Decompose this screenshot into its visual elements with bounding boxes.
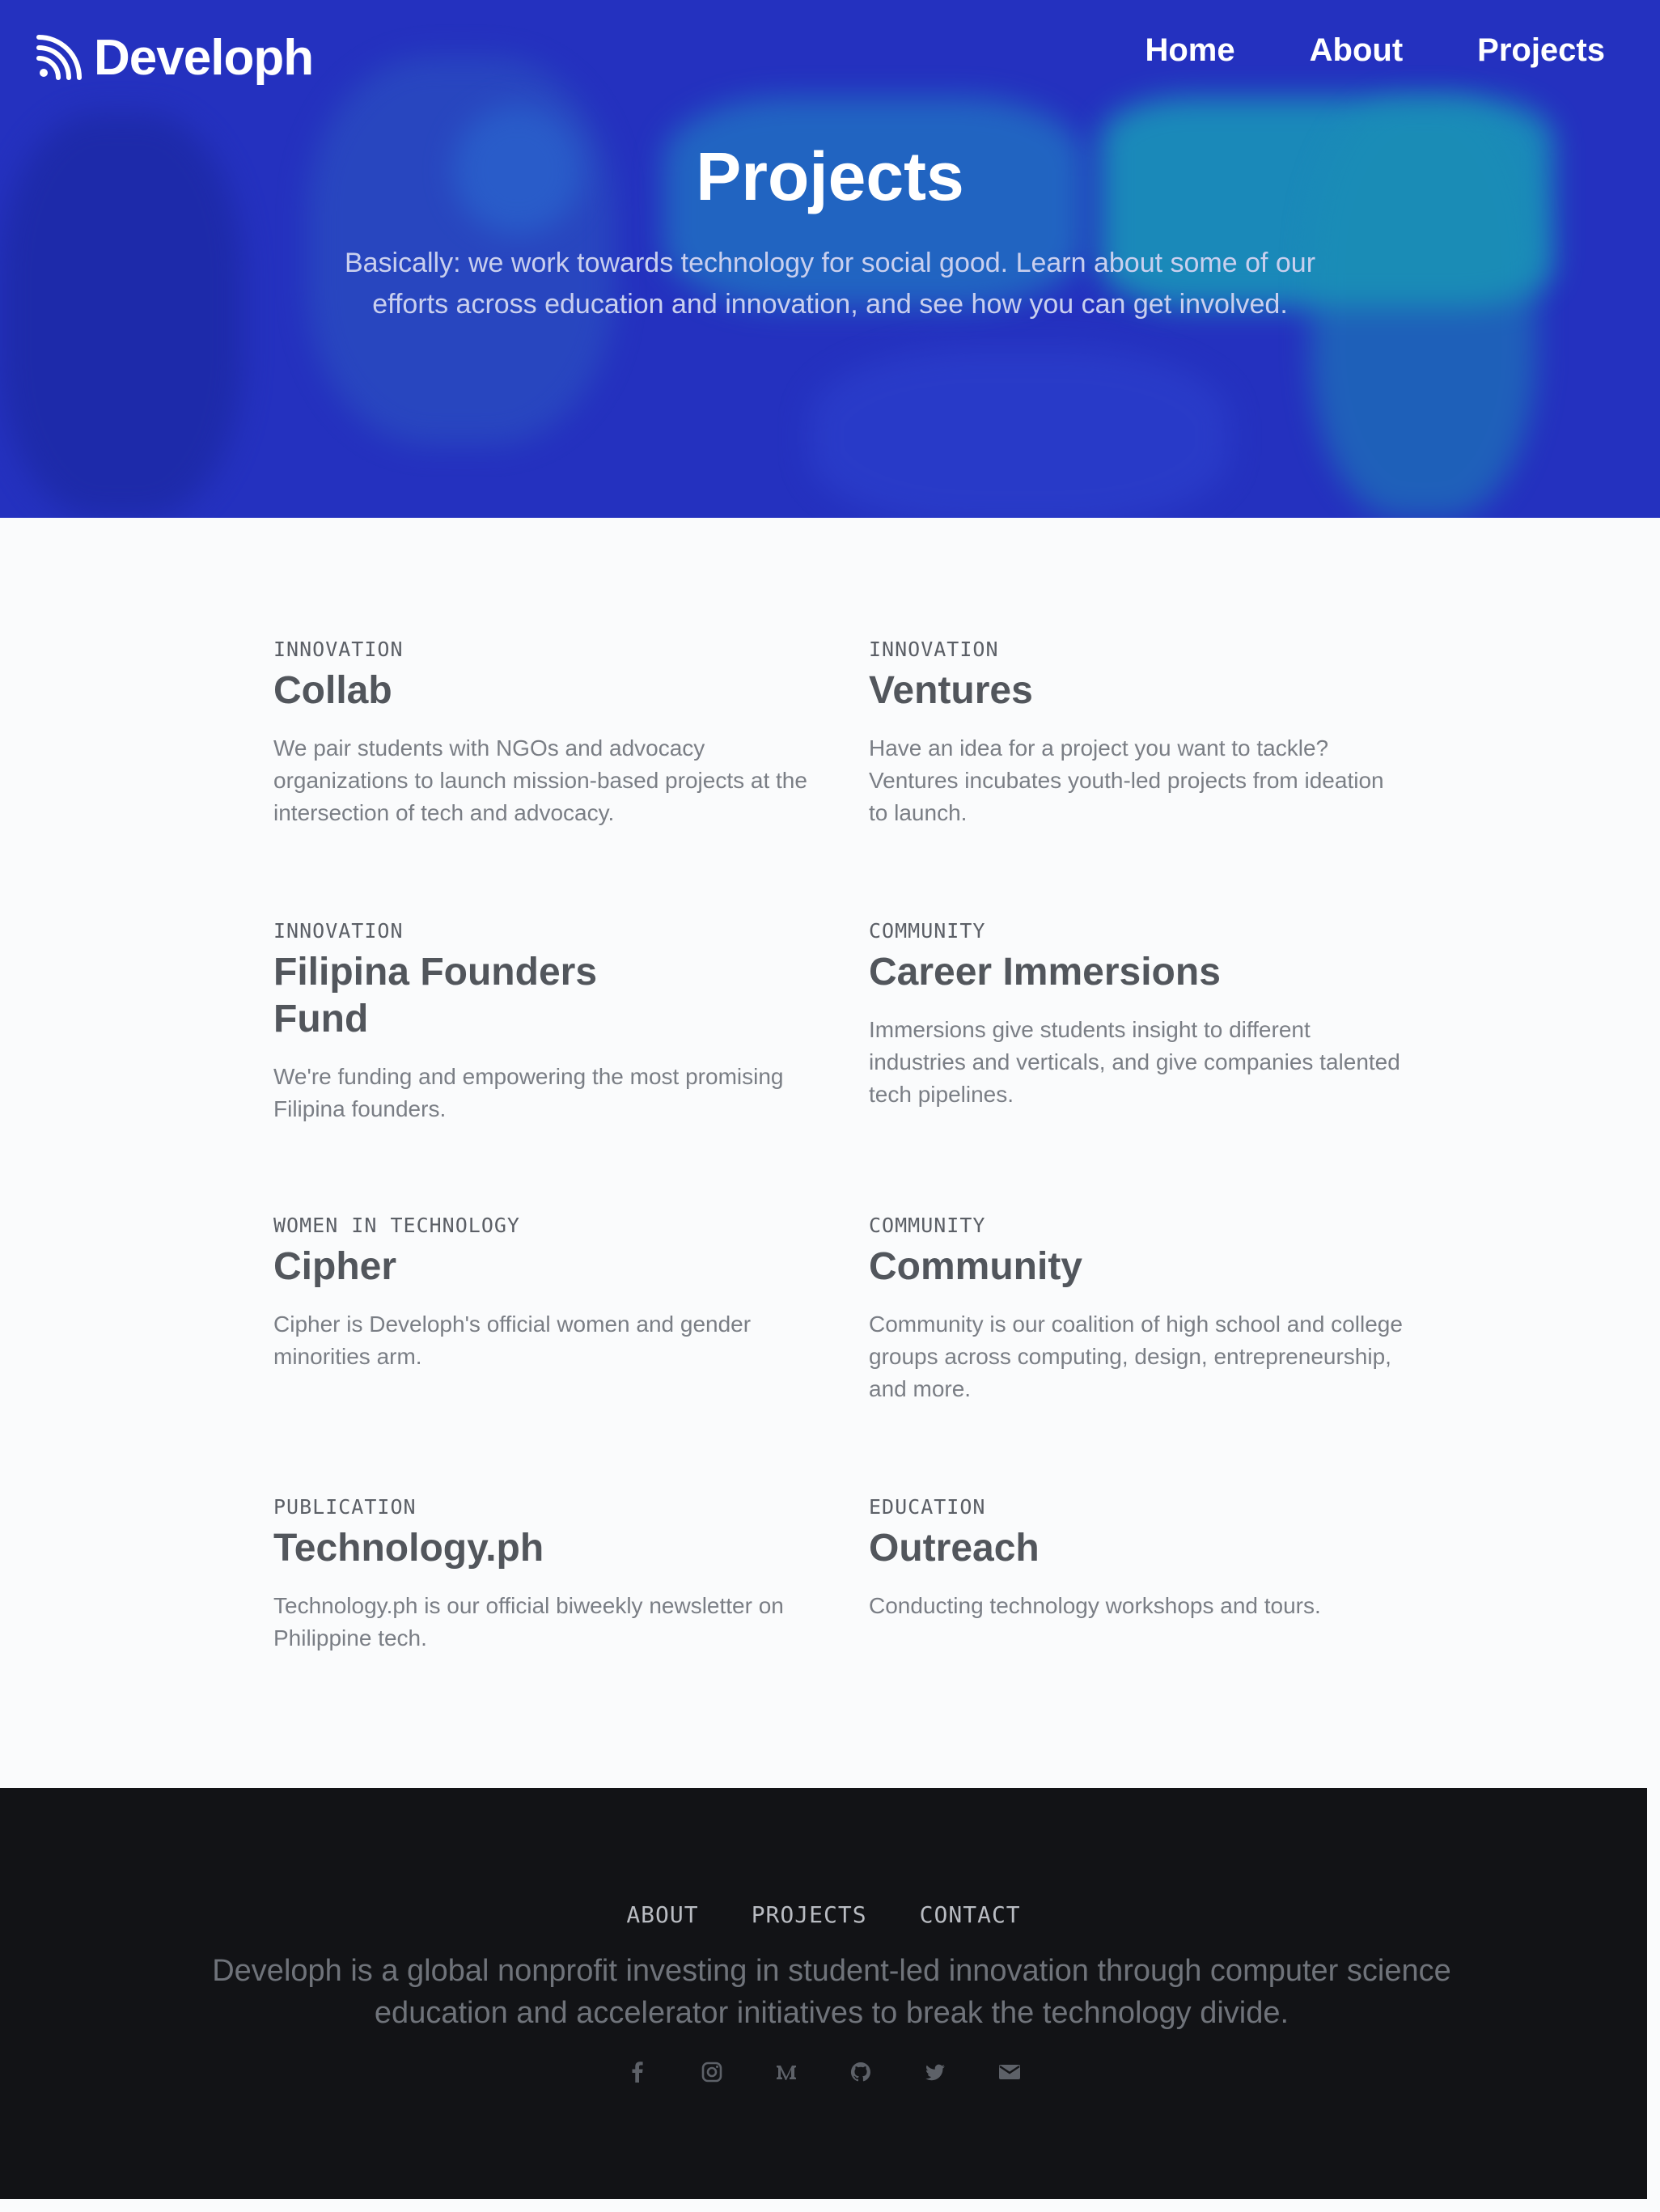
- project-card-technology-ph[interactable]: PUBLICATION Technology.ph Technology.ph …: [273, 1495, 807, 1655]
- email-icon[interactable]: [997, 2060, 1022, 2084]
- project-title[interactable]: Collab: [273, 667, 807, 714]
- project-card-filipina-founders-fund[interactable]: INNOVATION Filipina Founders Fund We're …: [273, 919, 807, 1125]
- nav-home-link[interactable]: Home: [1145, 32, 1234, 69]
- project-category: INNOVATION: [273, 919, 404, 943]
- page-title: Projects: [696, 138, 964, 214]
- hero-background-shape: [809, 348, 1230, 518]
- medium-icon[interactable]: [774, 2060, 798, 2084]
- site-footer: ABOUT PROJECTS CONTACT Developh is a glo…: [0, 1788, 1647, 2199]
- page: Developh Home About Projects Projects Ba…: [0, 0, 1660, 2212]
- hero-section: Developh Home About Projects Projects Ba…: [0, 0, 1660, 518]
- main-nav: Home About Projects: [1145, 32, 1605, 69]
- project-card-community[interactable]: COMMUNITY Community Community is our coa…: [869, 1214, 1403, 1405]
- project-title[interactable]: Technology.ph: [273, 1525, 807, 1572]
- facebook-icon[interactable]: [625, 2060, 650, 2084]
- footer-description: Developh is a global nonprofit investing…: [212, 1954, 1451, 2030]
- project-card-cipher[interactable]: WOMEN IN TECHNOLOGY Cipher Cipher is Dev…: [273, 1214, 807, 1373]
- project-category: COMMUNITY: [869, 1214, 986, 1237]
- logo-link[interactable]: Developh: [36, 29, 314, 86]
- project-title[interactable]: Cipher: [273, 1244, 807, 1290]
- nav-about-link[interactable]: About: [1310, 32, 1404, 69]
- project-description: We pair students with NGOs and advocacy …: [273, 735, 807, 825]
- github-icon[interactable]: [849, 2060, 873, 2084]
- social-links: [0, 2060, 1647, 2084]
- project-card-collab[interactable]: INNOVATION Collab We pair students with …: [273, 638, 807, 829]
- logo-rss-icon: [36, 35, 82, 80]
- project-description: Immersions give students insight to diff…: [869, 1017, 1400, 1107]
- footer-nav: ABOUT PROJECTS CONTACT: [0, 1901, 1647, 1928]
- project-category: INNOVATION: [869, 638, 999, 661]
- project-title[interactable]: Outreach: [869, 1525, 1403, 1572]
- project-title[interactable]: Filipina Founders Fund: [273, 949, 662, 1043]
- project-title[interactable]: Career Immersions: [869, 949, 1403, 996]
- logo-text: Developh: [94, 29, 314, 86]
- project-description: Cipher is Developh's official women and …: [273, 1312, 752, 1369]
- project-title[interactable]: Ventures: [869, 667, 1403, 714]
- footer-about-link[interactable]: ABOUT: [626, 1901, 698, 1928]
- hero-subtitle: Basically: we work towards technology fo…: [344, 248, 1316, 320]
- instagram-icon[interactable]: [700, 2060, 724, 2084]
- project-category: EDUCATION: [869, 1495, 986, 1519]
- footer-contact-link[interactable]: CONTACT: [920, 1901, 1021, 1928]
- twitter-icon[interactable]: [923, 2060, 947, 2084]
- project-title[interactable]: Community: [869, 1244, 1403, 1290]
- project-category: INNOVATION: [273, 638, 404, 661]
- project-description: We're funding and empowering the most pr…: [273, 1064, 784, 1121]
- project-category: WOMEN IN TECHNOLOGY: [273, 1214, 520, 1237]
- project-description: Technology.ph is our official biweekly n…: [273, 1593, 784, 1651]
- project-category: PUBLICATION: [273, 1495, 417, 1519]
- project-description: Conducting technology workshops and tour…: [869, 1593, 1321, 1618]
- project-card-outreach[interactable]: EDUCATION Outreach Conducting technology…: [869, 1495, 1403, 1622]
- project-category: COMMUNITY: [869, 919, 986, 943]
- footer-projects-link[interactable]: PROJECTS: [752, 1901, 867, 1928]
- project-description: Have an idea for a project you want to t…: [869, 735, 1384, 825]
- nav-projects-link[interactable]: Projects: [1477, 32, 1605, 69]
- project-card-ventures[interactable]: INNOVATION Ventures Have an idea for a p…: [869, 638, 1403, 829]
- project-card-career-immersions[interactable]: COMMUNITY Career Immersions Immersions g…: [869, 919, 1403, 1111]
- project-description: Community is our coalition of high schoo…: [869, 1312, 1403, 1401]
